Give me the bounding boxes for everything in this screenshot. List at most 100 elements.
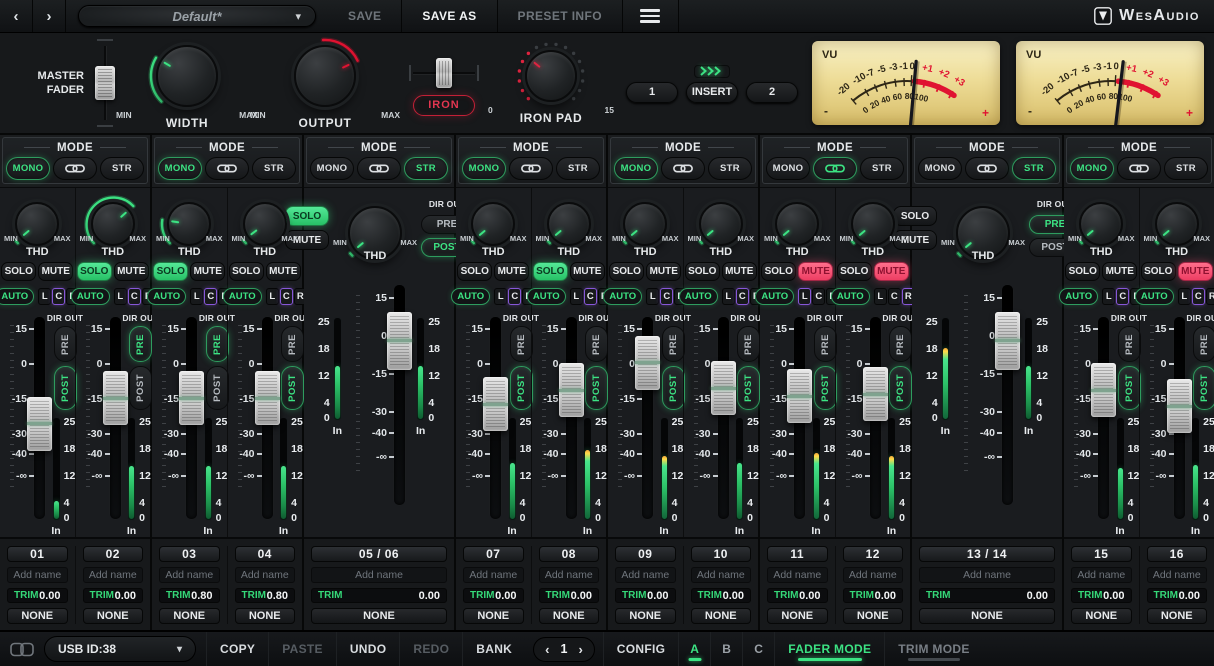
dir-out-pre-button[interactable]: PRE <box>129 326 152 363</box>
dir-out-pre-button[interactable]: PRE <box>1117 326 1141 363</box>
routing-button[interactable]: NONE <box>311 608 447 625</box>
auto-button[interactable]: AUTO <box>1059 287 1099 305</box>
channel-name-input[interactable] <box>463 567 524 584</box>
pan-left-button[interactable]: L <box>646 287 660 305</box>
slot-a-button[interactable]: A <box>678 632 710 666</box>
width-knob[interactable] <box>147 36 227 116</box>
solo-button[interactable]: SOLO <box>761 262 797 282</box>
routing-button[interactable]: NONE <box>1146 608 1207 625</box>
channel-number[interactable]: 01 <box>7 546 68 563</box>
pan-center-button[interactable]: C <box>1116 287 1130 305</box>
channel-name-input[interactable] <box>842 567 903 584</box>
channel-fader-track[interactable] <box>1098 317 1109 520</box>
dir-out-post-button[interactable]: POST <box>661 366 685 411</box>
channel-name-input[interactable] <box>767 567 828 584</box>
solo-button[interactable]: SOLO <box>457 262 493 282</box>
pan-left-button[interactable]: L <box>721 287 735 305</box>
solo-button[interactable]: SOLO <box>684 262 720 282</box>
auto-button[interactable]: AUTO <box>755 287 795 305</box>
trim-field[interactable]: TRIM 0.00 <box>538 588 599 604</box>
iron-button[interactable]: IRON <box>413 94 475 116</box>
mode-link-button[interactable] <box>509 156 553 180</box>
channel-fader-handle[interactable] <box>254 371 280 426</box>
channel-number[interactable]: 05 / 06 <box>311 546 447 563</box>
channel-name-input[interactable] <box>234 567 295 584</box>
pan-left-button[interactable]: L <box>494 287 508 305</box>
solo-button[interactable]: SOLO <box>1140 262 1176 282</box>
channel-fader-track[interactable] <box>565 317 577 520</box>
channel-fader-handle[interactable] <box>102 371 128 426</box>
pan-left-button[interactable]: L <box>113 287 127 305</box>
channel-fader-handle[interactable] <box>862 367 888 422</box>
trim-field[interactable]: TRIM 0.00 <box>311 588 447 604</box>
mode-mono-button[interactable]: MONO <box>766 156 810 180</box>
routing-button[interactable]: NONE <box>1071 608 1132 625</box>
trim-field[interactable]: TRIM 0.00 <box>690 588 751 604</box>
mode-str-button[interactable]: STR <box>252 156 296 180</box>
mode-str-button[interactable]: STR <box>404 156 448 180</box>
dir-out-post-button[interactable]: POST <box>585 366 608 411</box>
routing-button[interactable]: NONE <box>690 608 751 625</box>
preset-next-button[interactable]: › <box>33 0 66 33</box>
channel-name-input[interactable] <box>1146 567 1207 584</box>
mute-button[interactable]: MUTE <box>646 262 682 282</box>
trim-field[interactable]: TRIM 0.00 <box>82 588 143 604</box>
solo-button[interactable]: SOLO <box>532 262 568 282</box>
insert-2-button[interactable]: 2 <box>746 81 798 103</box>
auto-button[interactable]: AUTO <box>526 287 566 305</box>
trim-field[interactable]: TRIM 0.00 <box>463 588 524 604</box>
mode-str-button[interactable]: STR <box>1164 156 1208 180</box>
channel-fader-handle[interactable] <box>387 311 412 370</box>
bank-next-button[interactable]: › <box>578 642 582 657</box>
routing-button[interactable]: NONE <box>234 608 295 625</box>
pan-center-button[interactable]: C <box>583 287 597 305</box>
dir-out-post-button[interactable]: POST <box>813 366 837 411</box>
channel-fader-handle[interactable] <box>483 377 508 432</box>
insert-1-button[interactable]: 1 <box>626 81 678 103</box>
dir-out-post-button[interactable]: POST <box>509 366 533 411</box>
mute-button[interactable]: MUTE <box>721 262 757 282</box>
channel-number[interactable]: 09 <box>615 546 676 563</box>
dir-out-pre-button[interactable]: PRE <box>281 326 304 363</box>
redo-button[interactable]: REDO <box>399 632 462 666</box>
channel-fader-track[interactable] <box>717 317 729 520</box>
save-button[interactable]: SAVE <box>328 0 403 33</box>
channel-fader-handle[interactable] <box>1091 363 1116 418</box>
channel-fader-handle[interactable] <box>1166 379 1192 434</box>
pan-right-button[interactable]: R <box>1205 287 1214 305</box>
routing-button[interactable]: NONE <box>919 608 1055 625</box>
dir-out-pre-button[interactable]: PRE <box>1193 326 1214 363</box>
dir-out-pre-button[interactable]: PRE <box>661 326 685 363</box>
mode-str-button[interactable]: STR <box>860 156 904 180</box>
channel-number[interactable]: 03 <box>159 546 220 563</box>
channel-fader-handle[interactable] <box>179 371 204 426</box>
dir-out-post-button[interactable]: POST <box>129 366 152 411</box>
iron-fader[interactable] <box>405 55 483 91</box>
trim-field[interactable]: TRIM 0.80 <box>159 588 220 604</box>
pan-left-button[interactable]: L <box>38 287 52 305</box>
auto-button[interactable]: AUTO <box>678 287 718 305</box>
mute-button[interactable]: MUTE <box>1102 262 1138 282</box>
iron-fader-handle[interactable] <box>436 57 452 88</box>
channel-fader-handle[interactable] <box>558 363 584 418</box>
mode-link-button[interactable] <box>1117 156 1161 180</box>
trim-field[interactable]: TRIM 0.00 <box>615 588 676 604</box>
solo-button[interactable]: SOLO <box>76 262 112 282</box>
trim-field[interactable]: TRIM 0.00 <box>767 588 828 604</box>
mute-button[interactable]: MUTE <box>1177 262 1213 282</box>
channel-number[interactable]: 15 <box>1071 546 1132 563</box>
pan-center-button[interactable]: C <box>1191 287 1205 305</box>
dir-out-pre-button[interactable]: PRE <box>813 326 837 363</box>
pan-center-button[interactable]: C <box>887 287 901 305</box>
preset-prev-button[interactable]: ‹ <box>0 0 33 33</box>
solo-button[interactable]: SOLO <box>1065 262 1101 282</box>
dir-out-post-button[interactable]: POST <box>1117 366 1141 411</box>
pan-left-button[interactable]: L <box>1102 287 1116 305</box>
mute-button[interactable]: MUTE <box>190 262 226 282</box>
solo-button[interactable]: SOLO <box>609 262 645 282</box>
bank-prev-button[interactable]: ‹ <box>545 642 549 657</box>
channel-number[interactable]: 10 <box>690 546 751 563</box>
mute-button[interactable]: MUTE <box>38 262 74 282</box>
mute-button[interactable]: MUTE <box>113 262 149 282</box>
pan-center-button[interactable]: C <box>660 287 674 305</box>
